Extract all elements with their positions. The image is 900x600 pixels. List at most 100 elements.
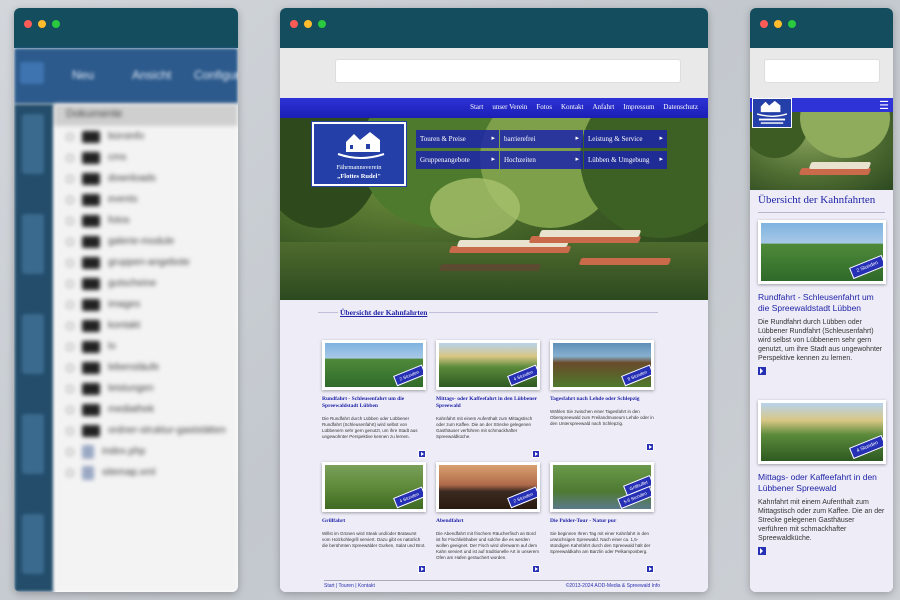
tour-card[interactable]: 2 Stunden Rundfahrt - Schleusenfahrt um d…	[322, 340, 426, 458]
expand-toggle-icon[interactable]	[66, 447, 74, 456]
nav-link[interactable]: Anfahrt	[593, 103, 615, 111]
expand-toggle-icon[interactable]	[66, 216, 74, 225]
tree-row[interactable]: lo	[54, 336, 238, 357]
maximize-dot-icon[interactable]	[318, 20, 326, 28]
tour-image[interactable]: 2 Stunden	[436, 462, 540, 512]
side-tab[interactable]	[22, 514, 44, 574]
close-dot-icon[interactable]	[24, 20, 32, 28]
toolbar-item[interactable]: Configuration	[194, 68, 238, 82]
address-input[interactable]	[335, 59, 681, 83]
tree-row[interactable]: sitemap.xml	[54, 462, 238, 483]
tree-row[interactable]: fotos	[54, 210, 238, 231]
maximize-dot-icon[interactable]	[52, 20, 60, 28]
expand-toggle-icon[interactable]	[66, 132, 74, 141]
expand-toggle-icon[interactable]	[66, 468, 74, 477]
expand-toggle-icon[interactable]	[66, 342, 74, 351]
tree-row[interactable]: ordner-struktur-gaststätten	[54, 420, 238, 441]
tree-row[interactable]: images	[54, 294, 238, 315]
expand-toggle-icon[interactable]	[66, 237, 74, 246]
tree-row[interactable]: kontakt	[54, 315, 238, 336]
side-tab[interactable]	[22, 314, 44, 374]
hamburger-menu-icon[interactable]: ☰	[879, 99, 889, 112]
more-arrow-icon[interactable]	[418, 450, 426, 458]
tour-card[interactable]: 4 Stunden Mittags- oder Kaffeefahrt in de…	[436, 340, 540, 458]
more-arrow-icon[interactable]	[646, 443, 654, 451]
tour-card[interactable]: 2 Stunden Abendfahrt Die Abendfahrt mit fr…	[436, 462, 540, 573]
menu-item[interactable]: Hochzeiten ▸	[500, 151, 583, 169]
nav-link[interactable]: Impressum	[623, 103, 654, 111]
close-dot-icon[interactable]	[760, 20, 768, 28]
tree-row[interactable]: events	[54, 189, 238, 210]
expand-toggle-icon[interactable]	[66, 405, 74, 414]
minimize-dot-icon[interactable]	[38, 20, 46, 28]
tree-row[interactable]: galerie-module	[54, 231, 238, 252]
tree-row[interactable]: leistungen	[54, 378, 238, 399]
expand-toggle-icon[interactable]	[66, 195, 74, 204]
expand-toggle-icon[interactable]	[66, 363, 74, 372]
minimize-dot-icon[interactable]	[774, 20, 782, 28]
tree-row[interactable]: downloads	[54, 168, 238, 189]
nav-link[interactable]: Kontakt	[561, 103, 584, 111]
tour-image[interactable]: 4 Stunden	[436, 340, 540, 390]
menu-item[interactable]: barrierefrei ▸	[500, 130, 583, 148]
more-arrow-icon[interactable]	[532, 450, 540, 458]
maximize-dot-icon[interactable]	[788, 20, 796, 28]
more-arrow-icon[interactable]	[646, 565, 654, 573]
tour-title[interactable]: Rundfahrt - Schleusenfahrt um die Spreew…	[322, 396, 426, 410]
tree-row[interactable]: cms	[54, 147, 238, 168]
tour-title[interactable]: Die Polder-Tour - Natur pur	[550, 518, 654, 525]
expand-toggle-icon[interactable]	[66, 153, 74, 162]
tree-row[interactable]: gutscheine	[54, 273, 238, 294]
tour-card[interactable]: 5-6 Stunden Grillbuffet Die Polder-Tour - …	[550, 462, 654, 573]
tour-title[interactable]: Rundfahrt - Schleusenfahrt um die Spreew…	[758, 292, 886, 314]
minimize-dot-icon[interactable]	[304, 20, 312, 28]
expand-toggle-icon[interactable]	[66, 426, 74, 435]
toolbar-item[interactable]: Neu	[72, 68, 94, 82]
menu-item[interactable]: Leistung & Service ▸	[584, 130, 667, 148]
home-icon[interactable]	[20, 62, 44, 84]
more-arrow-icon[interactable]	[758, 547, 766, 555]
address-input[interactable]	[764, 59, 880, 83]
tree-row[interactable]: gruppen-angebote	[54, 252, 238, 273]
tour-image[interactable]: 8 Stunden	[550, 340, 654, 390]
tour-image[interactable]: 2 Stunden	[322, 340, 426, 390]
menu-item[interactable]: Lübben & Umgebung ▸	[584, 151, 667, 169]
menu-item[interactable]: Touren & Preise ▸	[416, 130, 499, 148]
tree-row[interactable]: index.php	[54, 441, 238, 462]
side-tab[interactable]	[22, 114, 44, 174]
tour-card[interactable]: 2 Stunden Rundfahrt - Schleusenfahrt um d…	[758, 220, 886, 375]
more-arrow-icon[interactable]	[758, 367, 766, 375]
footer-links[interactable]: Start | Touren | Kontakt	[324, 583, 375, 589]
tour-title[interactable]: Tagesfahrt nach Lehde oder Schlepzig	[550, 396, 654, 403]
site-logo[interactable]: Fährmannsverein „Flottes Rudel"	[311, 121, 407, 187]
expand-toggle-icon[interactable]	[66, 321, 74, 330]
side-tab[interactable]	[22, 414, 44, 474]
tour-title[interactable]: Abendfahrt	[436, 518, 540, 525]
tree-row[interactable]: lebensläufe	[54, 357, 238, 378]
nav-link[interactable]: Fotos	[536, 103, 552, 111]
tree-row[interactable]: büroinfo	[54, 126, 238, 147]
nav-link[interactable]: Start	[470, 103, 483, 111]
tour-image[interactable]: 5-6 Stunden Grillbuffet	[550, 462, 654, 512]
nav-link[interactable]: Datenschutz	[663, 103, 698, 111]
tour-title[interactable]: Grillfahrt	[322, 518, 426, 525]
menu-item[interactable]: Gruppenangebote ▸	[416, 151, 499, 169]
tour-card[interactable]: 8 Stunden Tagesfahrt nach Lehde oder Schl…	[550, 340, 654, 451]
close-dot-icon[interactable]	[290, 20, 298, 28]
tour-title[interactable]: Mittags- oder Kaffeefahrt in den Lübbene…	[436, 396, 540, 410]
site-logo[interactable]	[752, 98, 792, 128]
expand-toggle-icon[interactable]	[66, 258, 74, 267]
expand-toggle-icon[interactable]	[66, 174, 74, 183]
expand-toggle-icon[interactable]	[66, 279, 74, 288]
tour-image[interactable]: 4 Stunden	[758, 400, 886, 464]
tour-card[interactable]: 4 Stunden Mittags- oder Kaffeefahrt in de…	[758, 400, 886, 555]
tree-row[interactable]: mediathek	[54, 399, 238, 420]
nav-link[interactable]: unser Verein	[492, 103, 527, 111]
expand-toggle-icon[interactable]	[66, 300, 74, 309]
tour-image[interactable]: 2 Stunden	[758, 220, 886, 284]
tour-image[interactable]: 4 Stunden	[322, 462, 426, 512]
side-tab[interactable]	[22, 214, 44, 274]
expand-toggle-icon[interactable]	[66, 384, 74, 393]
toolbar-item[interactable]: Ansicht	[132, 68, 171, 82]
tour-card[interactable]: 4 Stunden Grillfahrt Willst im Grünen wird…	[322, 462, 426, 573]
